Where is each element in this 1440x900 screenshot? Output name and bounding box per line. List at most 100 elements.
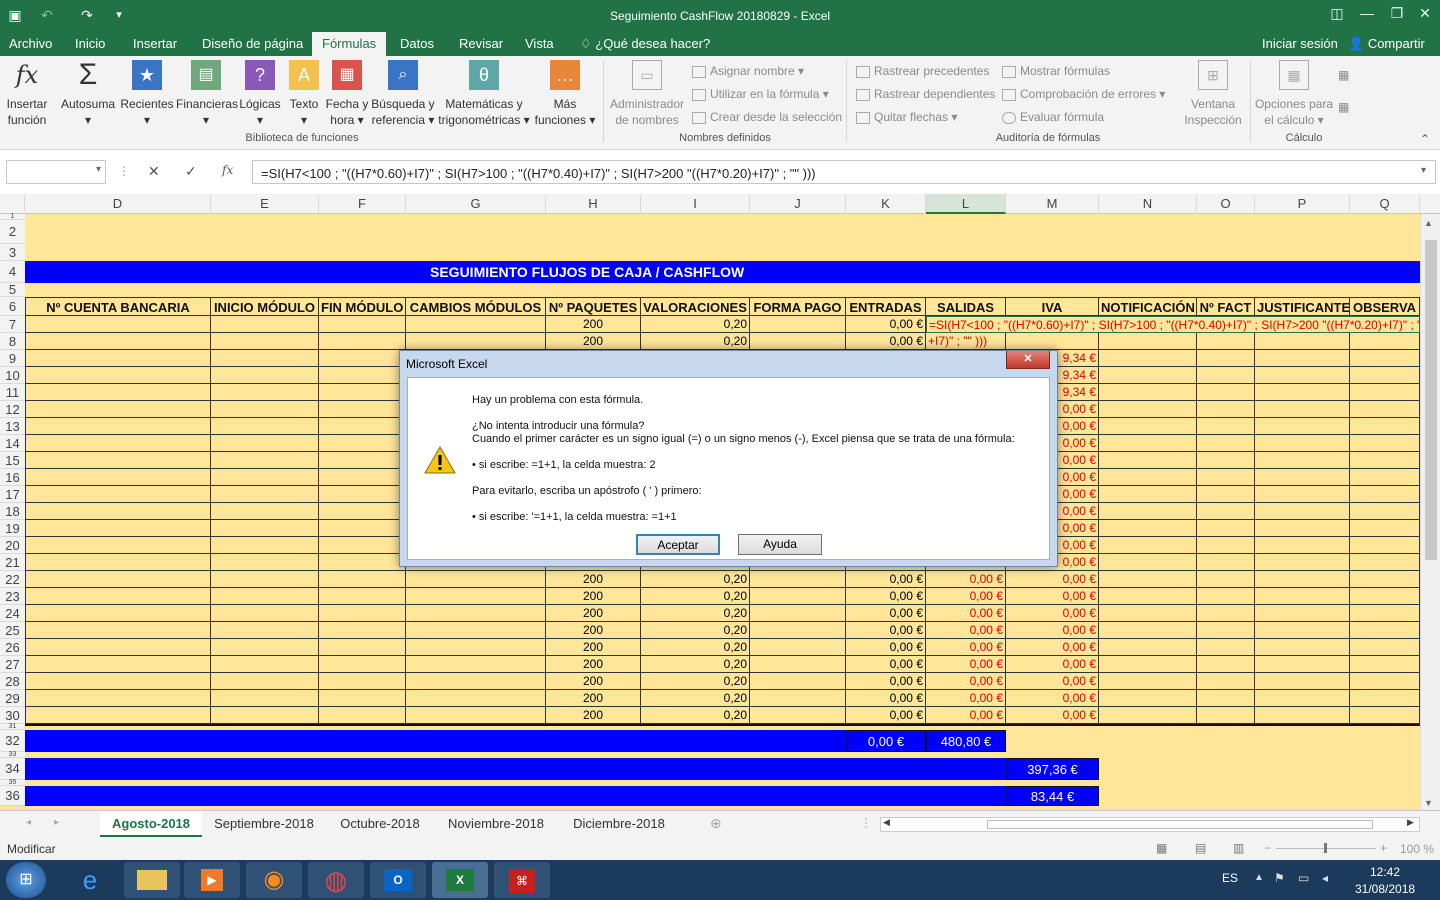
cell[interactable] xyxy=(1350,537,1420,554)
cell[interactable] xyxy=(1350,673,1420,690)
cell[interactable] xyxy=(211,418,319,435)
cell-entradas[interactable]: 0,00 € xyxy=(846,690,926,707)
chrome-icon[interactable]: ◍ xyxy=(308,862,364,898)
cell[interactable] xyxy=(1350,452,1420,469)
cell[interactable] xyxy=(1350,588,1420,605)
column-title[interactable]: Nº PAQUETES xyxy=(546,297,641,316)
cell-valoraciones[interactable]: 0,20 xyxy=(641,588,750,605)
trace-precedents-button[interactable]: Rastrear precedentes xyxy=(856,64,989,78)
col-header-n[interactable]: N xyxy=(1099,194,1197,214)
cell[interactable] xyxy=(319,656,406,673)
cell[interactable] xyxy=(1099,469,1197,486)
cell[interactable] xyxy=(319,690,406,707)
column-title[interactable]: NOTIFICACIÓN xyxy=(1099,297,1197,316)
cell[interactable] xyxy=(1197,503,1255,520)
menu-vista[interactable]: Vista xyxy=(525,36,554,51)
cell[interactable] xyxy=(1197,537,1255,554)
clock-time[interactable]: 12:42 xyxy=(1370,865,1400,879)
cell[interactable] xyxy=(1350,469,1420,486)
row-header[interactable]: 21 xyxy=(0,554,25,571)
cell[interactable] xyxy=(211,571,319,588)
cell-valoraciones[interactable]: 0,20 xyxy=(641,639,750,656)
row-header[interactable]: 13 xyxy=(0,418,25,435)
cell-entradas[interactable]: 0,00 € xyxy=(846,588,926,605)
cell[interactable] xyxy=(319,537,406,554)
logical-button[interactable]: ? Lógicas ▾ xyxy=(238,60,282,128)
cell[interactable] xyxy=(406,571,546,588)
cell[interactable] xyxy=(25,486,211,503)
cell-iva[interactable] xyxy=(1006,333,1099,350)
cell[interactable] xyxy=(211,554,319,571)
cell[interactable] xyxy=(1099,622,1197,639)
cell-paquetes[interactable]: 200 xyxy=(546,673,641,690)
cell-iva[interactable]: 0,00 € xyxy=(1006,622,1099,639)
cell-paquetes[interactable]: 200 xyxy=(546,316,641,333)
cell[interactable] xyxy=(1197,469,1255,486)
cell[interactable] xyxy=(1350,554,1420,571)
cell[interactable] xyxy=(1099,367,1197,384)
cell[interactable] xyxy=(1350,656,1420,673)
tell-me-search[interactable]: ♢ ¿Qué desea hacer? xyxy=(580,36,710,52)
cell[interactable] xyxy=(1255,333,1350,350)
cell-salidas[interactable]: 0,00 € xyxy=(926,673,1006,690)
vertical-scrollbar[interactable]: ▲ ▼ xyxy=(1420,214,1440,810)
dialog-close-button[interactable]: ✕ xyxy=(1006,351,1050,369)
row-header[interactable]: 12 xyxy=(0,401,25,418)
watch-window-button[interactable]: ⊞ Ventana Inspección xyxy=(1180,60,1246,128)
restore-button[interactable]: ❐ xyxy=(1382,0,1412,28)
cell-iva[interactable]: 0,00 € xyxy=(1006,673,1099,690)
row-header[interactable]: 25 xyxy=(0,622,25,639)
add-sheet-icon[interactable]: ⊕ xyxy=(710,815,722,832)
expand-formula-icon[interactable]: ▾ xyxy=(1421,165,1426,176)
cell[interactable] xyxy=(1099,520,1197,537)
cell[interactable] xyxy=(211,639,319,656)
cell-valoraciones[interactable]: 0,20 xyxy=(641,673,750,690)
cell-salidas[interactable]: 0,00 € xyxy=(926,588,1006,605)
cell[interactable] xyxy=(1197,571,1255,588)
cell[interactable] xyxy=(1255,605,1350,622)
cell[interactable] xyxy=(211,707,319,724)
sign-in-link[interactable]: Iniciar sesión xyxy=(1262,36,1338,51)
cell[interactable] xyxy=(1099,571,1197,588)
define-name-button[interactable]: Asignar nombre ▾ xyxy=(692,64,804,78)
total-iva[interactable]: 397,36 € xyxy=(1006,758,1099,780)
cell[interactable] xyxy=(319,435,406,452)
cell[interactable] xyxy=(1099,554,1197,571)
row-header[interactable]: 7 xyxy=(0,316,25,333)
cell-entradas[interactable]: 0,00 € xyxy=(846,571,926,588)
cell-entradas[interactable]: 0,00 € xyxy=(846,639,926,656)
cell[interactable] xyxy=(406,605,546,622)
cell[interactable] xyxy=(1197,690,1255,707)
column-title[interactable]: Nº FACT xyxy=(1197,297,1255,316)
cell[interactable] xyxy=(211,588,319,605)
cell[interactable] xyxy=(211,520,319,537)
cell-salidas[interactable]: 0,00 € xyxy=(926,656,1006,673)
close-window-button[interactable]: ✕ xyxy=(1410,0,1440,28)
cancel-icon[interactable]: ✕ xyxy=(148,163,160,180)
row-header[interactable]: 19 xyxy=(0,520,25,537)
cell-paquetes[interactable]: 200 xyxy=(546,690,641,707)
cell[interactable] xyxy=(211,384,319,401)
column-title[interactable]: FIN MÓDULO xyxy=(319,297,406,316)
cell[interactable] xyxy=(25,690,211,707)
name-manager-button[interactable]: ▭ Administrador de nombres xyxy=(606,60,688,128)
use-in-formula-button[interactable]: Utilizar en la fórmula ▾ xyxy=(692,87,829,101)
cell[interactable] xyxy=(1197,384,1255,401)
cell[interactable] xyxy=(1350,605,1420,622)
cell[interactable] xyxy=(1255,690,1350,707)
tab-noviembre-2018[interactable]: Noviembre-2018 xyxy=(434,811,558,837)
cell[interactable] xyxy=(319,605,406,622)
cell[interactable] xyxy=(25,537,211,554)
zoom-level[interactable]: 100 % xyxy=(1400,842,1434,856)
cell-iva[interactable]: 0,00 € xyxy=(1006,605,1099,622)
cell-iva[interactable]: 0,00 € xyxy=(1006,571,1099,588)
cell[interactable] xyxy=(1350,571,1420,588)
cell[interactable] xyxy=(319,469,406,486)
cell[interactable] xyxy=(319,707,406,724)
cell[interactable] xyxy=(211,605,319,622)
cell[interactable] xyxy=(319,588,406,605)
cell[interactable] xyxy=(319,452,406,469)
cell[interactable] xyxy=(1350,401,1420,418)
cell[interactable] xyxy=(1255,622,1350,639)
cell[interactable] xyxy=(25,639,211,656)
